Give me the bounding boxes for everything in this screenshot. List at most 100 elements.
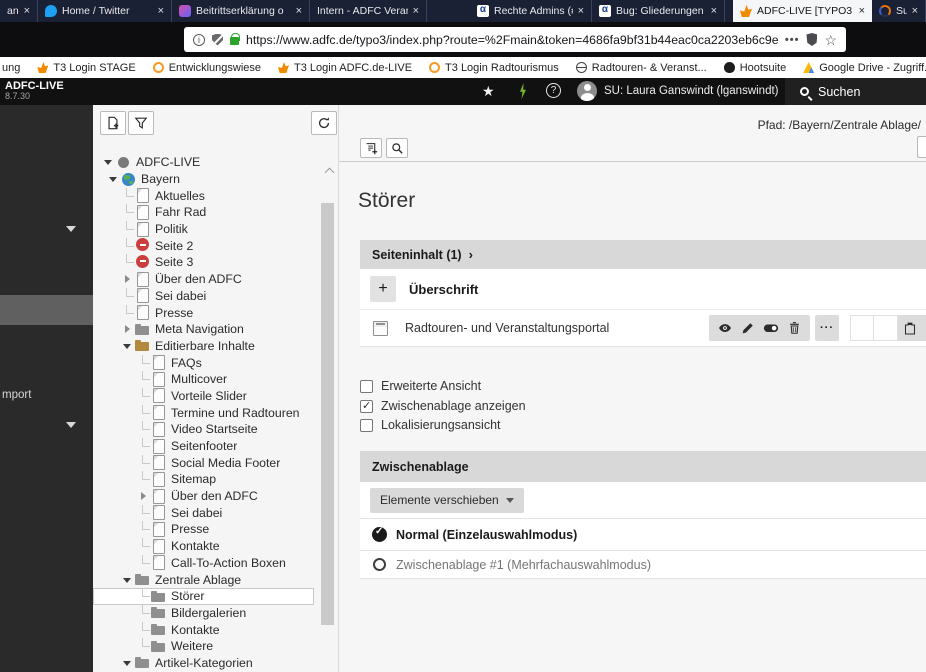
clipboard-option-radio[interactable] [372, 527, 387, 542]
page-title[interactable]: Störer [171, 589, 205, 603]
tree-expander-icon[interactable] [136, 421, 151, 437]
clear-cache-bolt-icon[interactable] [518, 83, 528, 99]
page-tree-node[interactable]: Call-To-Action Boxen [93, 555, 314, 572]
page-tree-node[interactable]: Fahr Rad [93, 204, 314, 221]
cropped-toolbar-button[interactable] [917, 136, 926, 158]
tab-close-icon[interactable]: × [859, 5, 865, 17]
module-item-label[interactable]: mport [2, 389, 31, 401]
page-title[interactable]: Seite 3 [155, 255, 193, 269]
clipboard-option-radio[interactable] [372, 557, 387, 572]
page-tree-node[interactable]: Weitere [93, 638, 314, 655]
tree-expander-icon[interactable] [120, 305, 135, 321]
page-title[interactable]: Presse [155, 306, 193, 320]
page-title[interactable]: Sei dabei [171, 506, 222, 520]
visibility-toggle-icon[interactable] [763, 321, 779, 335]
tree-expander-icon[interactable] [136, 388, 151, 404]
page-title[interactable]: Vorteile Slider [171, 389, 247, 403]
page-title[interactable]: Call-To-Action Boxen [171, 556, 286, 570]
tab-close-icon[interactable]: × [578, 5, 584, 17]
checkbox[interactable] [360, 380, 373, 393]
page-tree-node[interactable]: Presse [93, 521, 314, 538]
tree-expander-icon[interactable] [106, 171, 121, 187]
browser-tab[interactable]: an × [0, 0, 38, 22]
filter-button[interactable] [128, 111, 154, 135]
bookmark-item[interactable]: T3 Login Radtourismus [429, 62, 559, 74]
page-title[interactable]: Artikel-Kategorien [155, 656, 253, 670]
page-title[interactable]: Meta Navigation [155, 322, 244, 336]
bookmark-item[interactable]: Entwicklungswiese [153, 62, 261, 74]
browser-tab[interactable]: Intern - ADFC Veranstal × [310, 0, 427, 22]
page-tree-node[interactable]: Politik [93, 221, 314, 238]
view-option-row[interactable]: Lokalisierungsansicht [360, 417, 501, 433]
tab-close-icon[interactable]: × [912, 5, 918, 17]
bookmark-item[interactable]: Google Drive - Zugriff... [803, 62, 926, 74]
record-title[interactable]: Radtouren- und Veranstaltungsportal [405, 321, 609, 335]
tree-expander-icon[interactable] [136, 405, 151, 421]
page-title[interactable]: Seite 2 [155, 239, 193, 253]
page-tree-node[interactable]: Meta Navigation [93, 321, 314, 338]
add-content-button[interactable]: + [370, 276, 396, 302]
delete-trash-icon[interactable] [788, 321, 801, 335]
bookmark-star-icon[interactable]: ☆ [824, 33, 837, 47]
module-group-collapse-icon[interactable] [66, 226, 76, 232]
page-title[interactable]: Presse [171, 522, 209, 536]
page-tree-node[interactable]: Presse [93, 304, 314, 321]
clipboard-option-row[interactable]: Normal (Einzelauswahlmodus) [360, 519, 926, 551]
tree-expander-icon[interactable] [120, 572, 135, 588]
browser-tab[interactable]: Beitrittserklärung o × [172, 0, 310, 22]
page-tree-node[interactable]: Seitenfooter [93, 438, 314, 455]
bookmark-item[interactable]: Radtouren- & Veranst... [576, 62, 707, 74]
url-text[interactable]: https://www.adfc.de/typo3/index.php?rout… [246, 33, 778, 47]
bookmarks-toolbar-icon[interactable]: ★ [482, 83, 495, 100]
clipboard-option-row[interactable]: Zwischenablage #1 (Mehrfachauswahlmodus) [360, 551, 926, 579]
page-tree-node[interactable]: Multicover [93, 371, 314, 388]
module-item-active[interactable] [0, 295, 93, 325]
bookmark-item[interactable]: T3 Login ADFC.de-LIVE [278, 62, 412, 74]
backend-search[interactable]: Suchen [785, 78, 926, 105]
tree-expander-icon[interactable] [120, 288, 135, 304]
page-tree-node[interactable]: Über den ADFC [93, 488, 314, 505]
page-title[interactable]: Aktuelles [155, 189, 205, 203]
page-tree-node[interactable]: Über den ADFC [93, 271, 314, 288]
checkbox[interactable] [360, 400, 373, 413]
page-title[interactable]: FAQs [171, 356, 202, 370]
page-tree-node[interactable]: Sitemap [93, 471, 314, 488]
page-tree-node[interactable]: Social Media Footer [93, 454, 314, 471]
page-title[interactable]: Kontakte [171, 539, 220, 553]
page-tree-node[interactable]: Bayern [93, 171, 314, 188]
page-title[interactable]: Politik [155, 222, 188, 236]
refresh-tree-button[interactable] [311, 111, 337, 135]
page-title[interactable]: Seitenfooter [171, 439, 237, 453]
tree-expander-icon[interactable] [120, 221, 135, 237]
page-title[interactable]: Kontakte [171, 623, 220, 637]
module-group-collapse-icon[interactable] [66, 422, 76, 428]
tree-expander-icon[interactable] [136, 488, 151, 504]
page-tree-node[interactable]: Seite 2 [93, 237, 314, 254]
tree-expander-icon[interactable] [120, 338, 135, 354]
checkbox[interactable] [360, 419, 373, 432]
search-records-button[interactable] [386, 138, 408, 158]
tab-close-icon[interactable]: × [296, 5, 302, 17]
tree-expander-icon[interactable] [120, 271, 135, 287]
tree-expander-icon[interactable] [136, 555, 151, 571]
page-title[interactable]: Multicover [171, 372, 227, 386]
page-tree-node[interactable]: Zentrale Ablage [93, 571, 314, 588]
url-bar[interactable]: i https://www.adfc.de/typo3/index.php?ro… [184, 27, 846, 52]
tree-expander-icon[interactable] [120, 321, 135, 337]
page-tree-node[interactable]: Kontakte [93, 538, 314, 555]
page-title[interactable]: Über den ADFC [155, 272, 242, 286]
view-option-row[interactable]: Zwischenablage anzeigen [360, 398, 526, 414]
bookmark-item[interactable]: Hootsuite [724, 62, 786, 74]
browser-tab[interactable]: Rechte Admins (#5 × [470, 0, 592, 22]
tree-expander-icon[interactable] [101, 154, 116, 170]
page-tree-node[interactable]: Termine und Radtouren [93, 404, 314, 421]
pocket-shield-icon[interactable] [806, 33, 817, 46]
tree-expander-icon[interactable] [120, 254, 135, 270]
browser-tab[interactable]: Home / Twitter × [38, 0, 172, 22]
browser-tab[interactable]: Suche × [872, 0, 926, 22]
page-tree-node[interactable]: Aktuelles [93, 187, 314, 204]
page-title[interactable]: Sei dabei [155, 289, 206, 303]
new-record-button[interactable] [360, 138, 382, 158]
tree-expander-icon[interactable] [120, 238, 135, 254]
page-title[interactable]: Über den ADFC [171, 489, 258, 503]
